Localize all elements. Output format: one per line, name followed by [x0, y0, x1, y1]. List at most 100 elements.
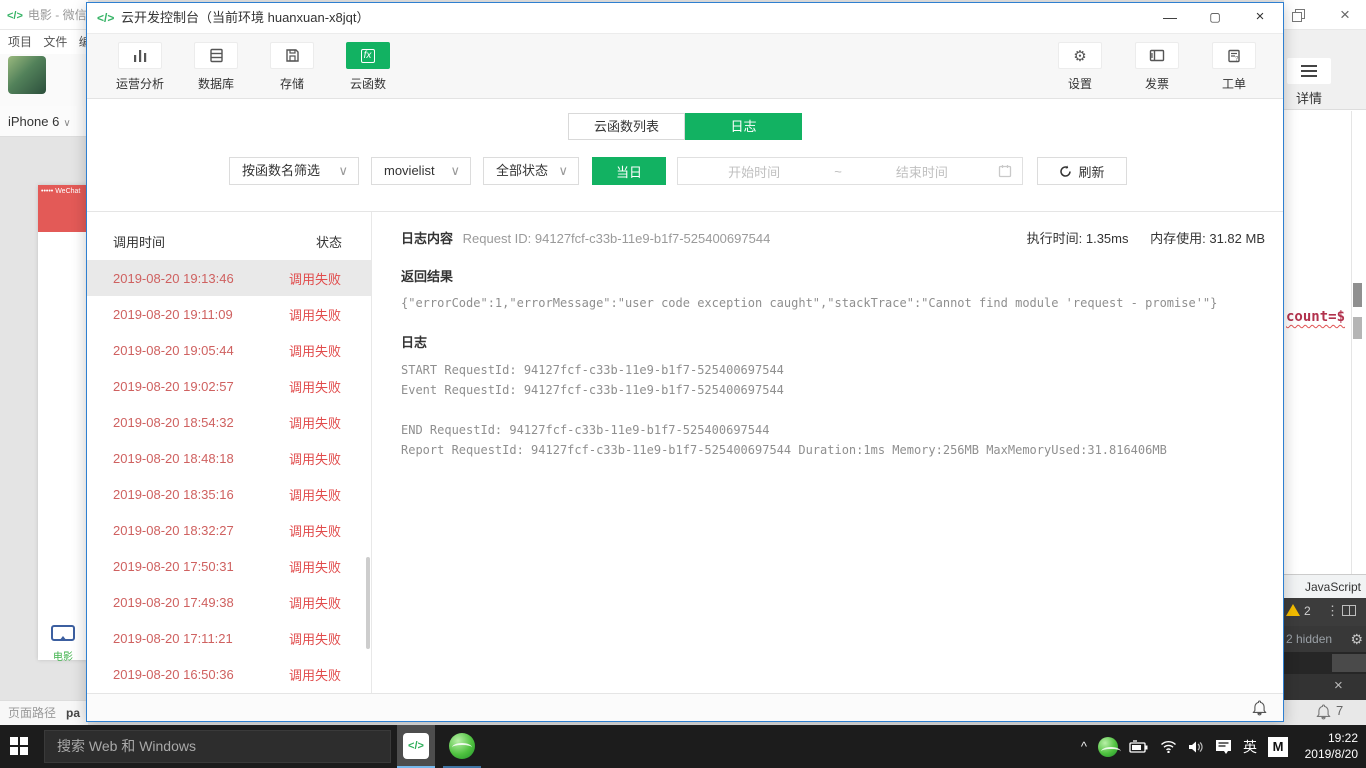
log-detail-pane: 日志内容 Request ID: 94127fcf-c33b-11e9-b1f7…	[373, 212, 1284, 693]
call-time: 2019-08-20 17:11:21	[113, 630, 233, 646]
refresh-button[interactable]: 刷新	[1037, 157, 1127, 185]
call-log-row[interactable]: 2019-08-20 18:54:32 调用失败	[87, 404, 371, 440]
editor-scroll-thumb2[interactable]	[1353, 317, 1362, 339]
call-log-row[interactable]: 2019-08-20 18:32:27 调用失败	[87, 512, 371, 548]
devtools-app-icon: </>	[403, 732, 429, 759]
nav-analytics-label: 运营分析	[115, 77, 164, 91]
maximize-button[interactable]: ▢	[1198, 3, 1232, 33]
warning-icon	[1286, 604, 1300, 616]
tab-function-list[interactable]: 云函数列表	[568, 113, 685, 140]
today-button[interactable]: 当日	[592, 157, 666, 185]
volume-icon[interactable]	[1188, 740, 1204, 754]
bell-icon[interactable]	[1252, 700, 1267, 716]
nav-settings[interactable]: ⚙ 设置	[1051, 42, 1109, 92]
minimize-button[interactable]: —	[1153, 3, 1187, 33]
exec-time: 执行时间: 1.35ms	[1026, 231, 1129, 246]
taskbar-browser-app[interactable]	[443, 725, 481, 768]
dock-panel-icon[interactable]	[1342, 605, 1356, 616]
nav-invoice[interactable]: 发票	[1128, 42, 1186, 92]
hidden-messages-label: 2 hidden	[1286, 632, 1333, 646]
call-status-badge: 调用失败	[288, 523, 341, 539]
call-status-badge: 调用失败	[288, 559, 341, 575]
call-log-row[interactable]: 2019-08-20 16:50:36 调用失败	[87, 656, 371, 692]
phone-app-entry[interactable]: 电影	[38, 625, 88, 663]
devtools-menubar: 项目 文件 编辑	[0, 30, 88, 54]
devtools-right-toolbar: 详情	[1284, 30, 1366, 110]
console-titlebar[interactable]: </> 云开发控制台（当前环境 huanxuan-x8jqt） — ▢ ×	[87, 3, 1283, 33]
call-log-row[interactable]: 2019-08-20 17:49:38 调用失败	[87, 584, 371, 620]
close-icon-small[interactable]: ×	[1334, 677, 1343, 694]
kebab-menu-icon[interactable]: ⋮	[1326, 603, 1339, 619]
call-time: 2019-08-20 18:35:16	[113, 486, 234, 502]
nav-analytics[interactable]: 运营分析	[111, 42, 169, 92]
windows-taskbar: 搜索 Web 和 Windows </> ^ 英 M 19:22 2019/8/…	[0, 725, 1366, 768]
list-scrollbar[interactable]	[366, 557, 370, 649]
log-line: Report RequestId: 94127fcf-c33b-11e9-b1f…	[401, 443, 1167, 457]
menu-file[interactable]: 文件	[43, 35, 67, 49]
wifi-icon[interactable]	[1160, 740, 1177, 753]
nav-functions[interactable]: fx 云函数	[339, 42, 397, 92]
call-log-row[interactable]: 2019-08-20 17:11:21 调用失败	[87, 620, 371, 656]
device-selector[interactable]: iPhone 6 ∨	[0, 106, 88, 137]
call-log-row[interactable]: 2019-08-20 19:05:44 调用失败	[87, 332, 371, 368]
detail-button[interactable]	[1287, 58, 1331, 84]
bell-icon[interactable]	[1316, 704, 1331, 720]
input-method-badge[interactable]: M	[1268, 736, 1288, 757]
call-log-row[interactable]: 2019-08-20 17:50:31 调用失败	[87, 548, 371, 584]
chevron-down-icon: ∨	[338, 163, 348, 178]
javascript-label: JavaScript	[1304, 580, 1361, 594]
call-log-row[interactable]: 2019-08-20 19:02:57 调用失败	[87, 368, 371, 404]
gear-icon[interactable]: ⚙	[1350, 626, 1363, 652]
nav-ticket-label: 工单	[1221, 77, 1246, 91]
nav-ticket[interactable]: ? 工单	[1205, 42, 1263, 92]
call-status-badge: 调用失败	[288, 271, 341, 287]
nav-settings-label: 设置	[1067, 77, 1092, 91]
close-icon[interactable]: ×	[1332, 2, 1358, 28]
tray-expand-icon[interactable]: ^	[1081, 739, 1087, 754]
nav-database[interactable]: 数据库	[187, 42, 245, 92]
call-status-badge: 调用失败	[288, 631, 341, 647]
tray-browser-icon[interactable]	[1098, 736, 1121, 757]
call-log-row[interactable]: 2019-08-20 19:13:46 调用失败	[87, 260, 371, 296]
request-id: Request ID: 94127fcf-c33b-11e9-b1f7-5254…	[462, 231, 771, 246]
tab-group: 云函数列表 日志	[568, 113, 802, 140]
start-button[interactable]	[10, 737, 30, 756]
nav-storage-label: 存储	[279, 77, 304, 91]
taskbar-clock[interactable]: 19:22 2019/8/20	[1305, 730, 1358, 762]
page-path-label: 页面路径	[8, 706, 57, 720]
end-time-placeholder: 结束时间	[895, 164, 948, 180]
language-indicator[interactable]: 英	[1243, 737, 1257, 757]
js-panel-label-bar: JavaScript	[1284, 574, 1366, 598]
call-log-row[interactable]: 2019-08-20 19:11:09 调用失败	[87, 296, 371, 332]
avatar[interactable]	[8, 56, 46, 94]
tab-logs[interactable]: 日志	[685, 113, 802, 140]
call-log-row[interactable]: 2019-08-20 18:48:18 调用失败	[87, 440, 371, 476]
editor-code-text[interactable]: count=$	[1286, 309, 1345, 325]
close-button[interactable]: ×	[1243, 3, 1277, 33]
status-select[interactable]: 全部状态 ∨	[483, 157, 579, 185]
log-line: END RequestId: 94127fcf-c33b-11e9-b1f7-5…	[401, 423, 770, 437]
taskbar-devtools-app[interactable]: </>	[397, 725, 435, 768]
device-label: iPhone 6	[8, 114, 60, 129]
menu-project[interactable]: 项目	[8, 35, 32, 49]
console-toolbar: 运营分析 数据库 存储 fx 云函数 ⚙ 设置 发票 ? 工单	[87, 33, 1283, 99]
call-status-badge: 调用失败	[288, 343, 341, 359]
editor-scroll-thumb[interactable]	[1353, 283, 1362, 307]
warning-count[interactable]: 2	[1304, 604, 1311, 618]
call-log-rows: 2019-08-20 19:13:46 调用失败 2019-08-20 19:1…	[87, 260, 371, 692]
function-select[interactable]: movielist ∨	[371, 157, 471, 185]
nav-functions-label: 云函数	[349, 77, 386, 91]
call-log-row[interactable]: 2019-08-20 18:35:16 调用失败	[87, 476, 371, 512]
log-lines: START RequestId: 94127fcf-c33b-11e9-b1f7…	[401, 360, 1264, 460]
nav-storage[interactable]: 存储	[263, 42, 321, 92]
clock-date: 2019/8/20	[1304, 747, 1358, 761]
date-range-input[interactable]: 开始时间 ~ 结束时间	[677, 157, 1023, 185]
taskbar-search-input[interactable]: 搜索 Web 和 Windows	[44, 730, 391, 763]
memory-usage: 内存使用: 31.82 MB	[1150, 231, 1265, 246]
restore-icon[interactable]	[1292, 9, 1305, 22]
function-name-filter-select[interactable]: 按函数名筛选 ∨	[229, 157, 359, 185]
system-tray: ^ 英 M	[1081, 725, 1288, 768]
battery-icon[interactable]	[1129, 740, 1149, 753]
call-status-badge: 调用失败	[288, 595, 341, 611]
action-center-icon[interactable]	[1215, 739, 1232, 755]
